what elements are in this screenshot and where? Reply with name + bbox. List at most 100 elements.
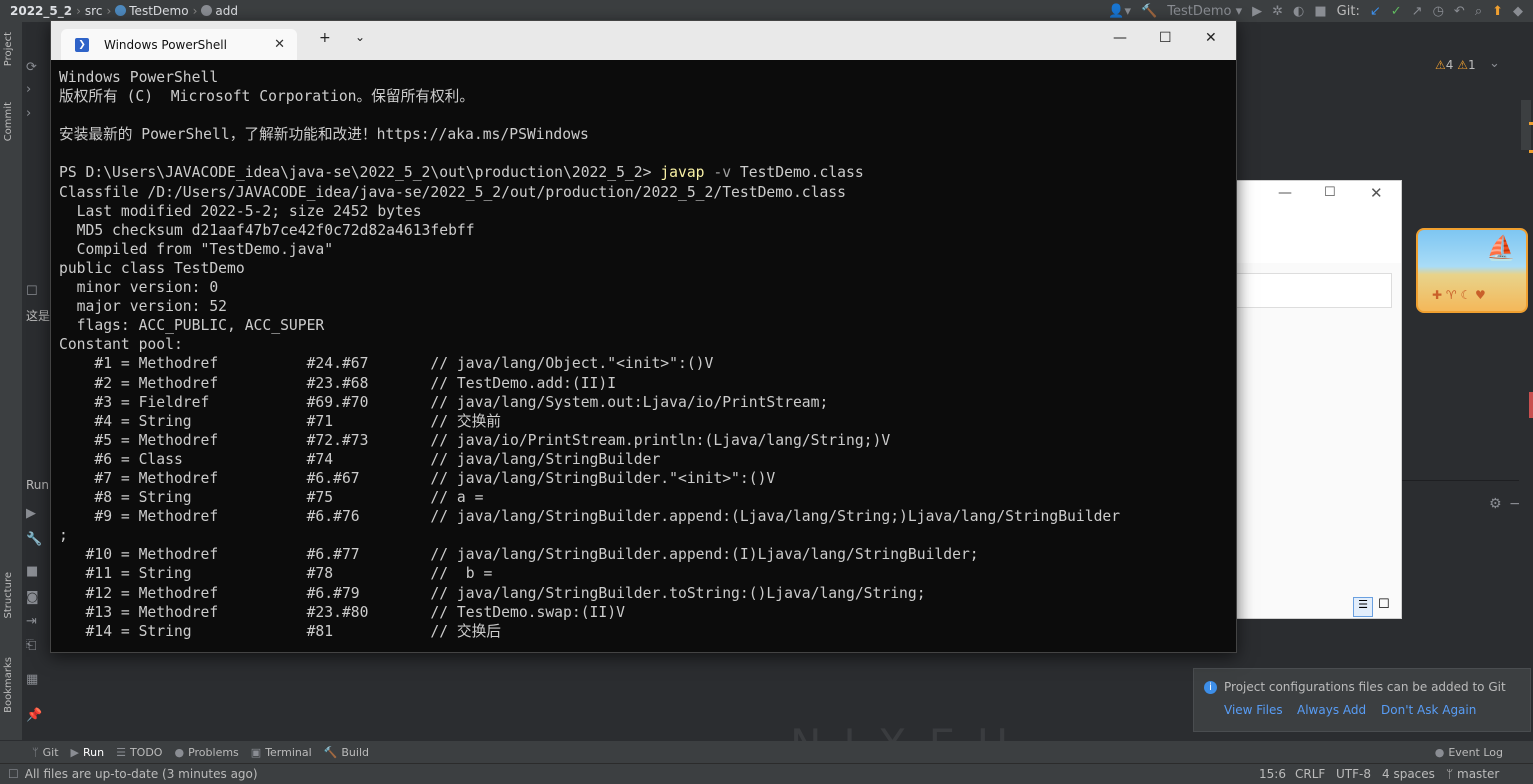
always-add-link[interactable]: Always Add: [1297, 703, 1366, 717]
breadcrumb-class[interactable]: TestDemo: [115, 4, 189, 18]
event-log-label: Event Log: [1448, 745, 1503, 759]
minimize-icon[interactable]: —: [1278, 185, 1292, 201]
warnings-indicator[interactable]: ⚠4 ⚠1: [1435, 58, 1476, 72]
exit-icon[interactable]: ⎗: [26, 638, 40, 653]
minimize-icon[interactable]: —: [1113, 30, 1127, 46]
exit-icon[interactable]: ⇥: [26, 614, 40, 629]
list-icon: ☰: [116, 745, 126, 759]
console-line: #4 = String #71 // 交换前: [59, 412, 501, 430]
expand-icon[interactable]: ›: [26, 82, 40, 97]
hammer-icon[interactable]: 🔨: [1141, 4, 1157, 19]
breadcrumb-src[interactable]: src: [85, 4, 103, 18]
console-line: #6 = Class #74 // java/lang/StringBuilde…: [59, 450, 661, 468]
update-icon[interactable]: ⬆: [1492, 4, 1503, 19]
scroll-marker: [1521, 100, 1531, 150]
console-line: Constant pool:: [59, 336, 183, 354]
debug-icon[interactable]: ✲: [1272, 4, 1283, 19]
powershell-tab[interactable]: ❯ Windows PowerShell ✕: [61, 29, 297, 60]
console-line: #9 = Methodref #6.#76 // java/lang/Strin…: [59, 508, 1121, 526]
wrench-icon[interactable]: 🔧: [26, 532, 42, 547]
camera-icon[interactable]: ◙: [26, 590, 40, 605]
refresh-icon[interactable]: ⟳: [26, 60, 40, 75]
problems-tool-tab[interactable]: ● Problems: [174, 746, 238, 759]
breadcrumb-separator: ›: [76, 4, 81, 18]
todo-tool-tab[interactable]: ☰ TODO: [116, 746, 162, 759]
history-icon[interactable]: ◷: [1433, 4, 1444, 19]
run-config-label: TestDemo: [1167, 3, 1232, 19]
project-tab[interactable]: Project: [3, 32, 14, 66]
maximize-icon[interactable]: ☐: [1324, 185, 1336, 200]
terminal-icon: ▣: [250, 745, 262, 759]
git-tool-tab[interactable]: ᛘ Git: [32, 746, 59, 759]
terminal-tool-tab[interactable]: ▣ Terminal: [251, 746, 312, 759]
git-branch[interactable]: ᛘ master: [1446, 767, 1499, 781]
line-separator[interactable]: CRLF: [1295, 767, 1325, 781]
dialog-input[interactable]: [1236, 273, 1392, 308]
close-icon[interactable]: ✕: [1205, 30, 1217, 46]
run-tool-tab[interactable]: ▶ Run: [71, 746, 105, 759]
event-log-tab[interactable]: ● Event Log: [1435, 746, 1503, 759]
build-tool-tab[interactable]: 🔨 Build: [324, 746, 369, 759]
close-icon[interactable]: ✕: [1370, 184, 1383, 202]
console-line: Classfile /D:/Users/JAVACODE_idea/java-s…: [59, 183, 846, 201]
console-line: ;: [59, 527, 68, 545]
console-command-args: -v: [704, 164, 740, 182]
git-commit-icon[interactable]: ✓: [1391, 4, 1402, 19]
grid-view-icon[interactable]: ☐: [1378, 597, 1390, 612]
git-push-icon[interactable]: ↗: [1412, 4, 1423, 19]
view-files-link[interactable]: View Files: [1224, 703, 1283, 717]
rerun-icon[interactable]: ▶: [26, 506, 40, 521]
maximize-icon[interactable]: ☐: [1159, 30, 1172, 46]
new-tab-icon[interactable]: +: [319, 30, 331, 46]
expand-icon[interactable]: ›: [26, 106, 40, 121]
git-label: Git:: [1336, 3, 1360, 19]
user-icon[interactable]: 👤▾: [1108, 4, 1131, 19]
layout-icon[interactable]: ▦: [26, 672, 40, 687]
console-line: major version: 52: [59, 298, 228, 316]
background-dialog: — ☐ ✕ ☰ ☐: [1235, 180, 1402, 619]
commit-tab[interactable]: Commit: [3, 102, 14, 141]
caret-position[interactable]: 15:6: [1259, 767, 1286, 781]
console-line: minor version: 0: [59, 279, 219, 297]
todo-tool-label: TODO: [129, 745, 163, 759]
pin-icon[interactable]: 📌: [26, 708, 42, 723]
file-encoding[interactable]: UTF-8: [1336, 767, 1371, 781]
build-tool-label: Build: [341, 745, 370, 759]
warning-marker: [1529, 150, 1533, 153]
structure-tab[interactable]: Structure: [3, 572, 14, 619]
dont-ask-again-link[interactable]: Don't Ask Again: [1381, 703, 1476, 717]
gear-icon[interactable]: ⚙: [1489, 496, 1502, 512]
run-icon[interactable]: ▶: [1252, 4, 1262, 19]
console-line: #13 = Methodref #23.#80 // TestDemo.swap…: [59, 603, 625, 621]
bookmarks-tab[interactable]: Bookmarks: [3, 657, 14, 713]
console-line: #7 = Methodref #6.#67 // java/lang/Strin…: [59, 469, 776, 487]
event-log-icon: ●: [1434, 745, 1445, 759]
checkbox-icon[interactable]: ☐: [26, 284, 40, 299]
console-line: #2 = Methodref #23.#68 // TestDemo.add:(…: [59, 374, 617, 392]
stop-icon[interactable]: ■: [1314, 4, 1326, 19]
plugins-icon[interactable]: ◆: [1513, 4, 1523, 19]
breadcrumb-separator: ›: [106, 4, 112, 18]
problems-icon: ●: [174, 745, 185, 759]
powershell-console[interactable]: Windows PowerShell 版权所有 (C) Microsoft Cor…: [51, 60, 1236, 652]
indent-setting[interactable]: 4 spaces: [1382, 767, 1435, 781]
chevron-down-icon[interactable]: ⌄: [1489, 56, 1500, 71]
run-config-selector[interactable]: TestDemo ▾: [1167, 4, 1242, 19]
close-tab-icon[interactable]: ✕: [274, 37, 285, 52]
stop-icon[interactable]: ■: [26, 564, 40, 579]
breadcrumb-method[interactable]: add: [201, 4, 238, 18]
dialog-body: [1236, 263, 1401, 618]
list-view-icon[interactable]: ☰: [1353, 597, 1373, 617]
status-toggle-icon[interactable]: ☐: [8, 767, 19, 781]
console-command: javap: [660, 164, 705, 182]
powershell-tab-title: Windows PowerShell: [104, 37, 227, 52]
run-icon: ▶: [70, 745, 79, 759]
chevron-down-icon[interactable]: ⌄: [355, 30, 365, 44]
rollback-icon[interactable]: ↶: [1454, 4, 1465, 19]
ide-top-bar: 2022_5_2 › src › TestDemo › add 👤▾ 🔨 Tes…: [0, 0, 1533, 22]
coverage-icon[interactable]: ◐: [1293, 4, 1304, 19]
top-toolbar-right: 👤▾ 🔨 TestDemo ▾ ▶ ✲ ◐ ■ Git: ↙ ✓ ↗ ◷ ↶ ⌕…: [1108, 0, 1533, 22]
git-update-icon[interactable]: ↙: [1370, 4, 1381, 19]
breadcrumb-project[interactable]: 2022_5_2: [10, 4, 72, 18]
search-icon[interactable]: ⌕: [1475, 4, 1482, 19]
